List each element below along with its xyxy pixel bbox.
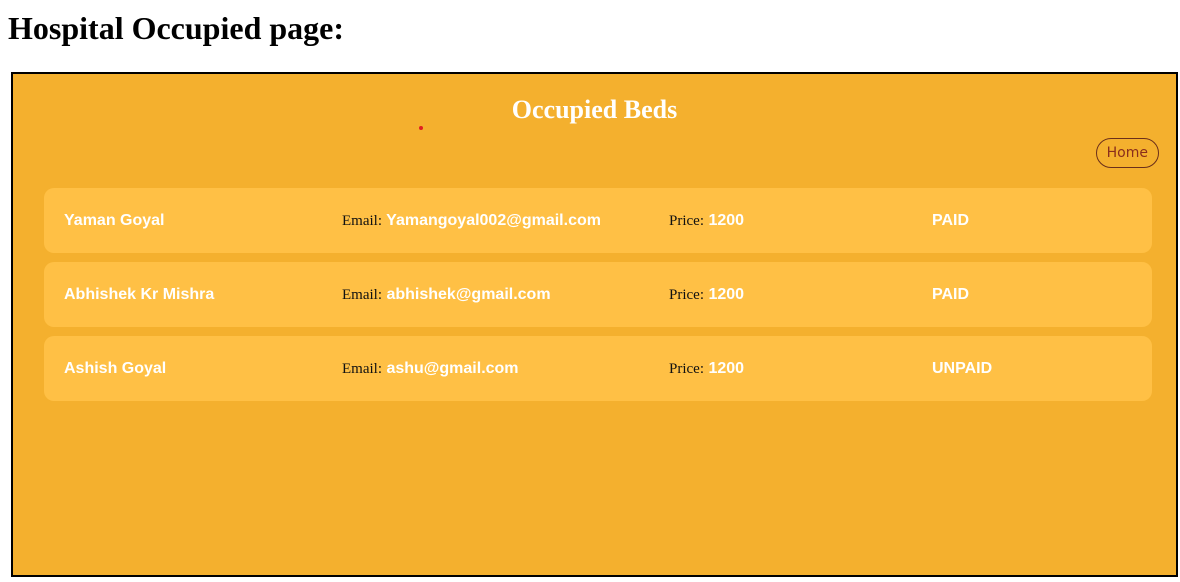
patient-name: Yaman Goyal (64, 212, 165, 229)
price-cell: Price: 1200 (669, 262, 744, 328)
price-value: 1200 (708, 360, 745, 377)
email-cell: Email: abhishek@gmail.com (342, 262, 551, 328)
price-cell: Price: 1200 (669, 188, 744, 254)
occupied-beds-panel: Occupied Beds Home Yaman Goyal Email: Ya… (11, 72, 1178, 577)
email-label: Email: (342, 213, 382, 229)
email-cell: Email: ashu@gmail.com (342, 336, 519, 402)
payment-status: UNPAID (932, 360, 993, 377)
email-value: ashu@gmail.com (386, 360, 519, 377)
red-dot-marker (419, 126, 423, 130)
bed-list: Yaman Goyal Email: Yamangoyal002@gmail.c… (44, 188, 1152, 410)
price-value: 1200 (708, 286, 745, 303)
price-label: Price: (669, 213, 704, 229)
patient-name: Abhishek Kr Mishra (64, 286, 215, 303)
bed-row: Ashish Goyal Email: ashu@gmail.com Price… (44, 336, 1152, 401)
email-cell: Email: Yamangoyal002@gmail.com (342, 188, 601, 254)
panel-title: Occupied Beds (511, 95, 678, 124)
bed-row: Yaman Goyal Email: Yamangoyal002@gmail.c… (44, 188, 1152, 253)
page-heading: Hospital Occupied page: (8, 10, 345, 46)
payment-status: PAID (932, 286, 970, 303)
email-value: Yamangoyal002@gmail.com (386, 212, 601, 229)
price-label: Price: (669, 287, 704, 303)
home-button[interactable]: Home (1095, 138, 1159, 168)
price-value: 1200 (708, 212, 745, 229)
patient-name: Ashish Goyal (64, 360, 167, 377)
payment-status: PAID (932, 212, 970, 229)
bed-row: Abhishek Kr Mishra Email: abhishek@gmail… (44, 262, 1152, 327)
email-value: abhishek@gmail.com (386, 286, 551, 303)
email-label: Email: (342, 287, 382, 303)
price-label: Price: (669, 361, 704, 377)
price-cell: Price: 1200 (669, 336, 744, 402)
email-label: Email: (342, 361, 382, 377)
